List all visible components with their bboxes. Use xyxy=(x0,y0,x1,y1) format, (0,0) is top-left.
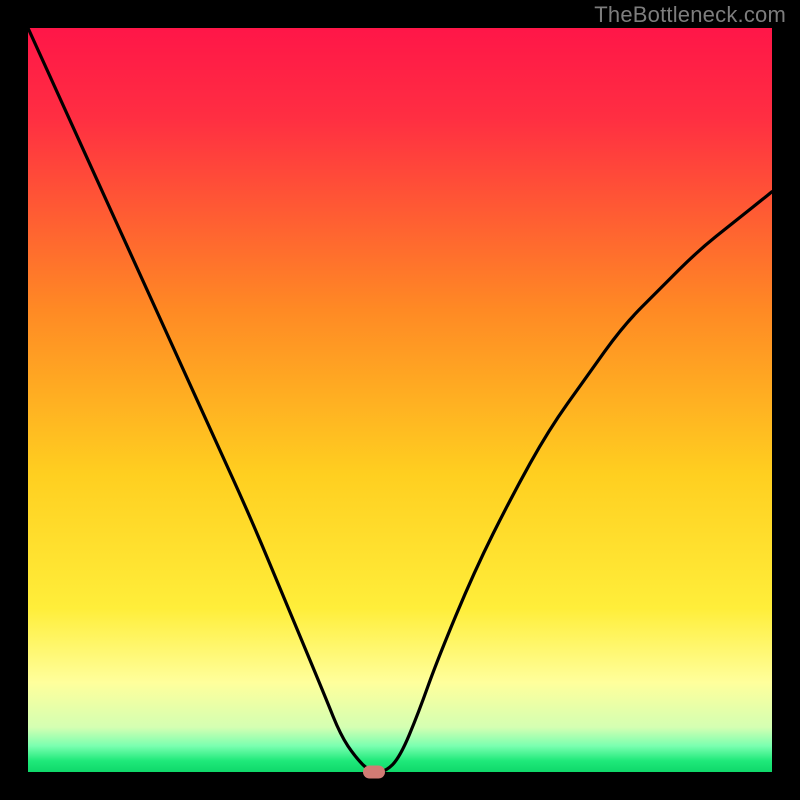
watermark-text: TheBottleneck.com xyxy=(594,2,786,28)
plot-area xyxy=(28,28,772,772)
chart-frame: TheBottleneck.com xyxy=(0,0,800,800)
curve-layer xyxy=(28,28,772,772)
bottleneck-curve xyxy=(28,28,772,772)
bottleneck-marker xyxy=(363,766,385,779)
